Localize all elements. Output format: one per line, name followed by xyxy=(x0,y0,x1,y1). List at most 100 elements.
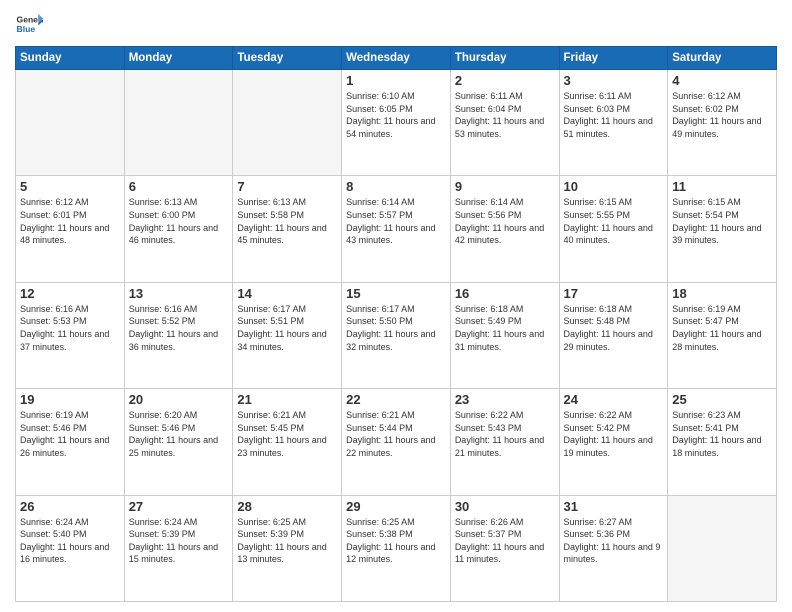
day-number: 21 xyxy=(237,392,337,407)
cell-info: Sunrise: 6:25 AMSunset: 5:39 PMDaylight:… xyxy=(237,516,337,566)
day-number: 9 xyxy=(455,179,555,194)
day-number: 19 xyxy=(20,392,120,407)
cell-info: Sunrise: 6:16 AMSunset: 5:53 PMDaylight:… xyxy=(20,303,120,353)
calendar-cell: 25Sunrise: 6:23 AMSunset: 5:41 PMDayligh… xyxy=(668,389,777,495)
day-number: 12 xyxy=(20,286,120,301)
calendar-cell: 23 Sunrise: 6:22 AMSunset: 5:43 PMDayligh… xyxy=(450,389,559,495)
calendar-cell: 17 Sunrise: 6:18 AMSunset: 5:48 PMDayligh… xyxy=(559,282,668,388)
calendar-cell: 18 Sunrise: 6:19 AMSunset: 5:47 PMDayligh… xyxy=(668,282,777,388)
day-number: 22 xyxy=(346,392,446,407)
cell-info: Sunrise: 6:18 AMSunset: 5:49 PMDaylight:… xyxy=(455,303,555,353)
cell-info: Sunrise: 6:20 AMSunset: 5:46 PMDaylight:… xyxy=(129,409,229,459)
calendar-cell: 24 Sunrise: 6:22 AMSunset: 5:42 PMDayligh… xyxy=(559,389,668,495)
day-number: 24 xyxy=(564,392,664,407)
calendar-cell xyxy=(124,70,233,176)
cell-info: Sunrise: 6:14 AMSunset: 5:57 PMDaylight:… xyxy=(346,196,446,246)
calendar-cell: 8 Sunrise: 6:14 AMSunset: 5:57 PMDaylight… xyxy=(342,176,451,282)
day-number: 18 xyxy=(672,286,772,301)
calendar-cell: 19Sunrise: 6:19 AMSunset: 5:46 PMDayligh… xyxy=(16,389,125,495)
calendar-cell: 3 Sunrise: 6:11 AMSunset: 6:03 PMDaylight… xyxy=(559,70,668,176)
calendar-cell: 13Sunrise: 6:16 AMSunset: 5:52 PMDayligh… xyxy=(124,282,233,388)
cell-info: Sunrise: 6:17 AMSunset: 5:50 PMDaylight:… xyxy=(346,303,446,353)
calendar-cell: 30Sunrise: 6:26 AMSunset: 5:37 PMDayligh… xyxy=(450,495,559,601)
cell-info: Sunrise: 6:22 AMSunset: 5:43 PMDaylight:… xyxy=(455,409,555,459)
cell-info: Sunrise: 6:21 AMSunset: 5:44 PMDaylight:… xyxy=(346,409,446,459)
cell-info: Sunrise: 6:18 AMSunset: 5:48 PMDaylight:… xyxy=(564,303,664,353)
day-number: 30 xyxy=(455,499,555,514)
day-number: 6 xyxy=(129,179,229,194)
col-header-sunday: Sunday xyxy=(16,47,125,70)
calendar-cell: 15 Sunrise: 6:17 AMSunset: 5:50 PMDayligh… xyxy=(342,282,451,388)
calendar-cell: 5 Sunrise: 6:12 AMSunset: 6:01 PMDaylight… xyxy=(16,176,125,282)
calendar-cell: 1Sunrise: 6:10 AMSunset: 6:05 PMDaylight… xyxy=(342,70,451,176)
day-number: 13 xyxy=(129,286,229,301)
cell-info: Sunrise: 6:13 AMSunset: 6:00 PMDaylight:… xyxy=(129,196,229,246)
cell-info: Sunrise: 6:11 AMSunset: 6:03 PMDaylight:… xyxy=(564,90,664,140)
day-number: 17 xyxy=(564,286,664,301)
header: General Blue xyxy=(15,10,777,38)
col-header-thursday: Thursday xyxy=(450,47,559,70)
day-number: 11 xyxy=(672,179,772,194)
col-header-tuesday: Tuesday xyxy=(233,47,342,70)
day-number: 31 xyxy=(564,499,664,514)
calendar-cell: 22 Sunrise: 6:21 AMSunset: 5:44 PMDayligh… xyxy=(342,389,451,495)
calendar-cell: 14Sunrise: 6:17 AMSunset: 5:51 PMDayligh… xyxy=(233,282,342,388)
page: General Blue SundayMondayTuesdayWednesda… xyxy=(0,0,792,612)
cell-info: Sunrise: 6:23 AMSunset: 5:41 PMDaylight:… xyxy=(672,409,772,459)
day-number: 4 xyxy=(672,73,772,88)
cell-info: Sunrise: 6:27 AMSunset: 5:36 PMDaylight:… xyxy=(564,516,664,566)
cell-info: Sunrise: 6:13 AMSunset: 5:58 PMDaylight:… xyxy=(237,196,337,246)
day-number: 29 xyxy=(346,499,446,514)
calendar-cell: 28 Sunrise: 6:25 AMSunset: 5:39 PMDayligh… xyxy=(233,495,342,601)
day-number: 27 xyxy=(129,499,229,514)
calendar-cell: 20 Sunrise: 6:20 AMSunset: 5:46 PMDayligh… xyxy=(124,389,233,495)
cell-info: Sunrise: 6:19 AMSunset: 5:47 PMDaylight:… xyxy=(672,303,772,353)
day-number: 2 xyxy=(455,73,555,88)
cell-info: Sunrise: 6:15 AMSunset: 5:54 PMDaylight:… xyxy=(672,196,772,246)
cell-info: Sunrise: 6:24 AMSunset: 5:40 PMDaylight:… xyxy=(20,516,120,566)
day-number: 23 xyxy=(455,392,555,407)
day-number: 3 xyxy=(564,73,664,88)
day-number: 5 xyxy=(20,179,120,194)
cell-info: Sunrise: 6:21 AMSunset: 5:45 PMDaylight:… xyxy=(237,409,337,459)
calendar-cell: 9Sunrise: 6:14 AMSunset: 5:56 PMDaylight… xyxy=(450,176,559,282)
calendar-cell: 2 Sunrise: 6:11 AMSunset: 6:04 PMDaylight… xyxy=(450,70,559,176)
calendar-cell: 10 Sunrise: 6:15 AMSunset: 5:55 PMDayligh… xyxy=(559,176,668,282)
day-number: 15 xyxy=(346,286,446,301)
day-number: 8 xyxy=(346,179,446,194)
calendar-cell: 21 Sunrise: 6:21 AMSunset: 5:45 PMDayligh… xyxy=(233,389,342,495)
cell-info: Sunrise: 6:25 AMSunset: 5:38 PMDaylight:… xyxy=(346,516,446,566)
calendar-cell: 6 Sunrise: 6:13 AMSunset: 6:00 PMDaylight… xyxy=(124,176,233,282)
col-header-monday: Monday xyxy=(124,47,233,70)
calendar-cell: 27 Sunrise: 6:24 AMSunset: 5:39 PMDayligh… xyxy=(124,495,233,601)
logo-icon: General Blue xyxy=(15,10,43,38)
calendar-table: SundayMondayTuesdayWednesdayThursdayFrid… xyxy=(15,46,777,602)
calendar-cell xyxy=(668,495,777,601)
day-number: 16 xyxy=(455,286,555,301)
calendar-cell: 4 Sunrise: 6:12 AMSunset: 6:02 PMDaylight… xyxy=(668,70,777,176)
day-number: 28 xyxy=(237,499,337,514)
calendar-cell: 29 Sunrise: 6:25 AMSunset: 5:38 PMDayligh… xyxy=(342,495,451,601)
cell-info: Sunrise: 6:24 AMSunset: 5:39 PMDaylight:… xyxy=(129,516,229,566)
day-number: 7 xyxy=(237,179,337,194)
calendar-cell: 26 Sunrise: 6:24 AMSunset: 5:40 PMDayligh… xyxy=(16,495,125,601)
cell-info: Sunrise: 6:12 AMSunset: 6:01 PMDaylight:… xyxy=(20,196,120,246)
svg-text:Blue: Blue xyxy=(17,24,36,34)
day-number: 14 xyxy=(237,286,337,301)
col-header-wednesday: Wednesday xyxy=(342,47,451,70)
col-header-friday: Friday xyxy=(559,47,668,70)
cell-info: Sunrise: 6:11 AMSunset: 6:04 PMDaylight:… xyxy=(455,90,555,140)
cell-info: Sunrise: 6:22 AMSunset: 5:42 PMDaylight:… xyxy=(564,409,664,459)
day-number: 20 xyxy=(129,392,229,407)
calendar-cell: 12 Sunrise: 6:16 AMSunset: 5:53 PMDayligh… xyxy=(16,282,125,388)
cell-info: Sunrise: 6:12 AMSunset: 6:02 PMDaylight:… xyxy=(672,90,772,140)
col-header-saturday: Saturday xyxy=(668,47,777,70)
day-number: 10 xyxy=(564,179,664,194)
cell-info: Sunrise: 6:15 AMSunset: 5:55 PMDaylight:… xyxy=(564,196,664,246)
day-number: 26 xyxy=(20,499,120,514)
day-number: 1 xyxy=(346,73,446,88)
logo: General Blue xyxy=(15,10,43,38)
calendar-cell xyxy=(16,70,125,176)
calendar-cell: 16 Sunrise: 6:18 AMSunset: 5:49 PMDayligh… xyxy=(450,282,559,388)
calendar-cell xyxy=(233,70,342,176)
